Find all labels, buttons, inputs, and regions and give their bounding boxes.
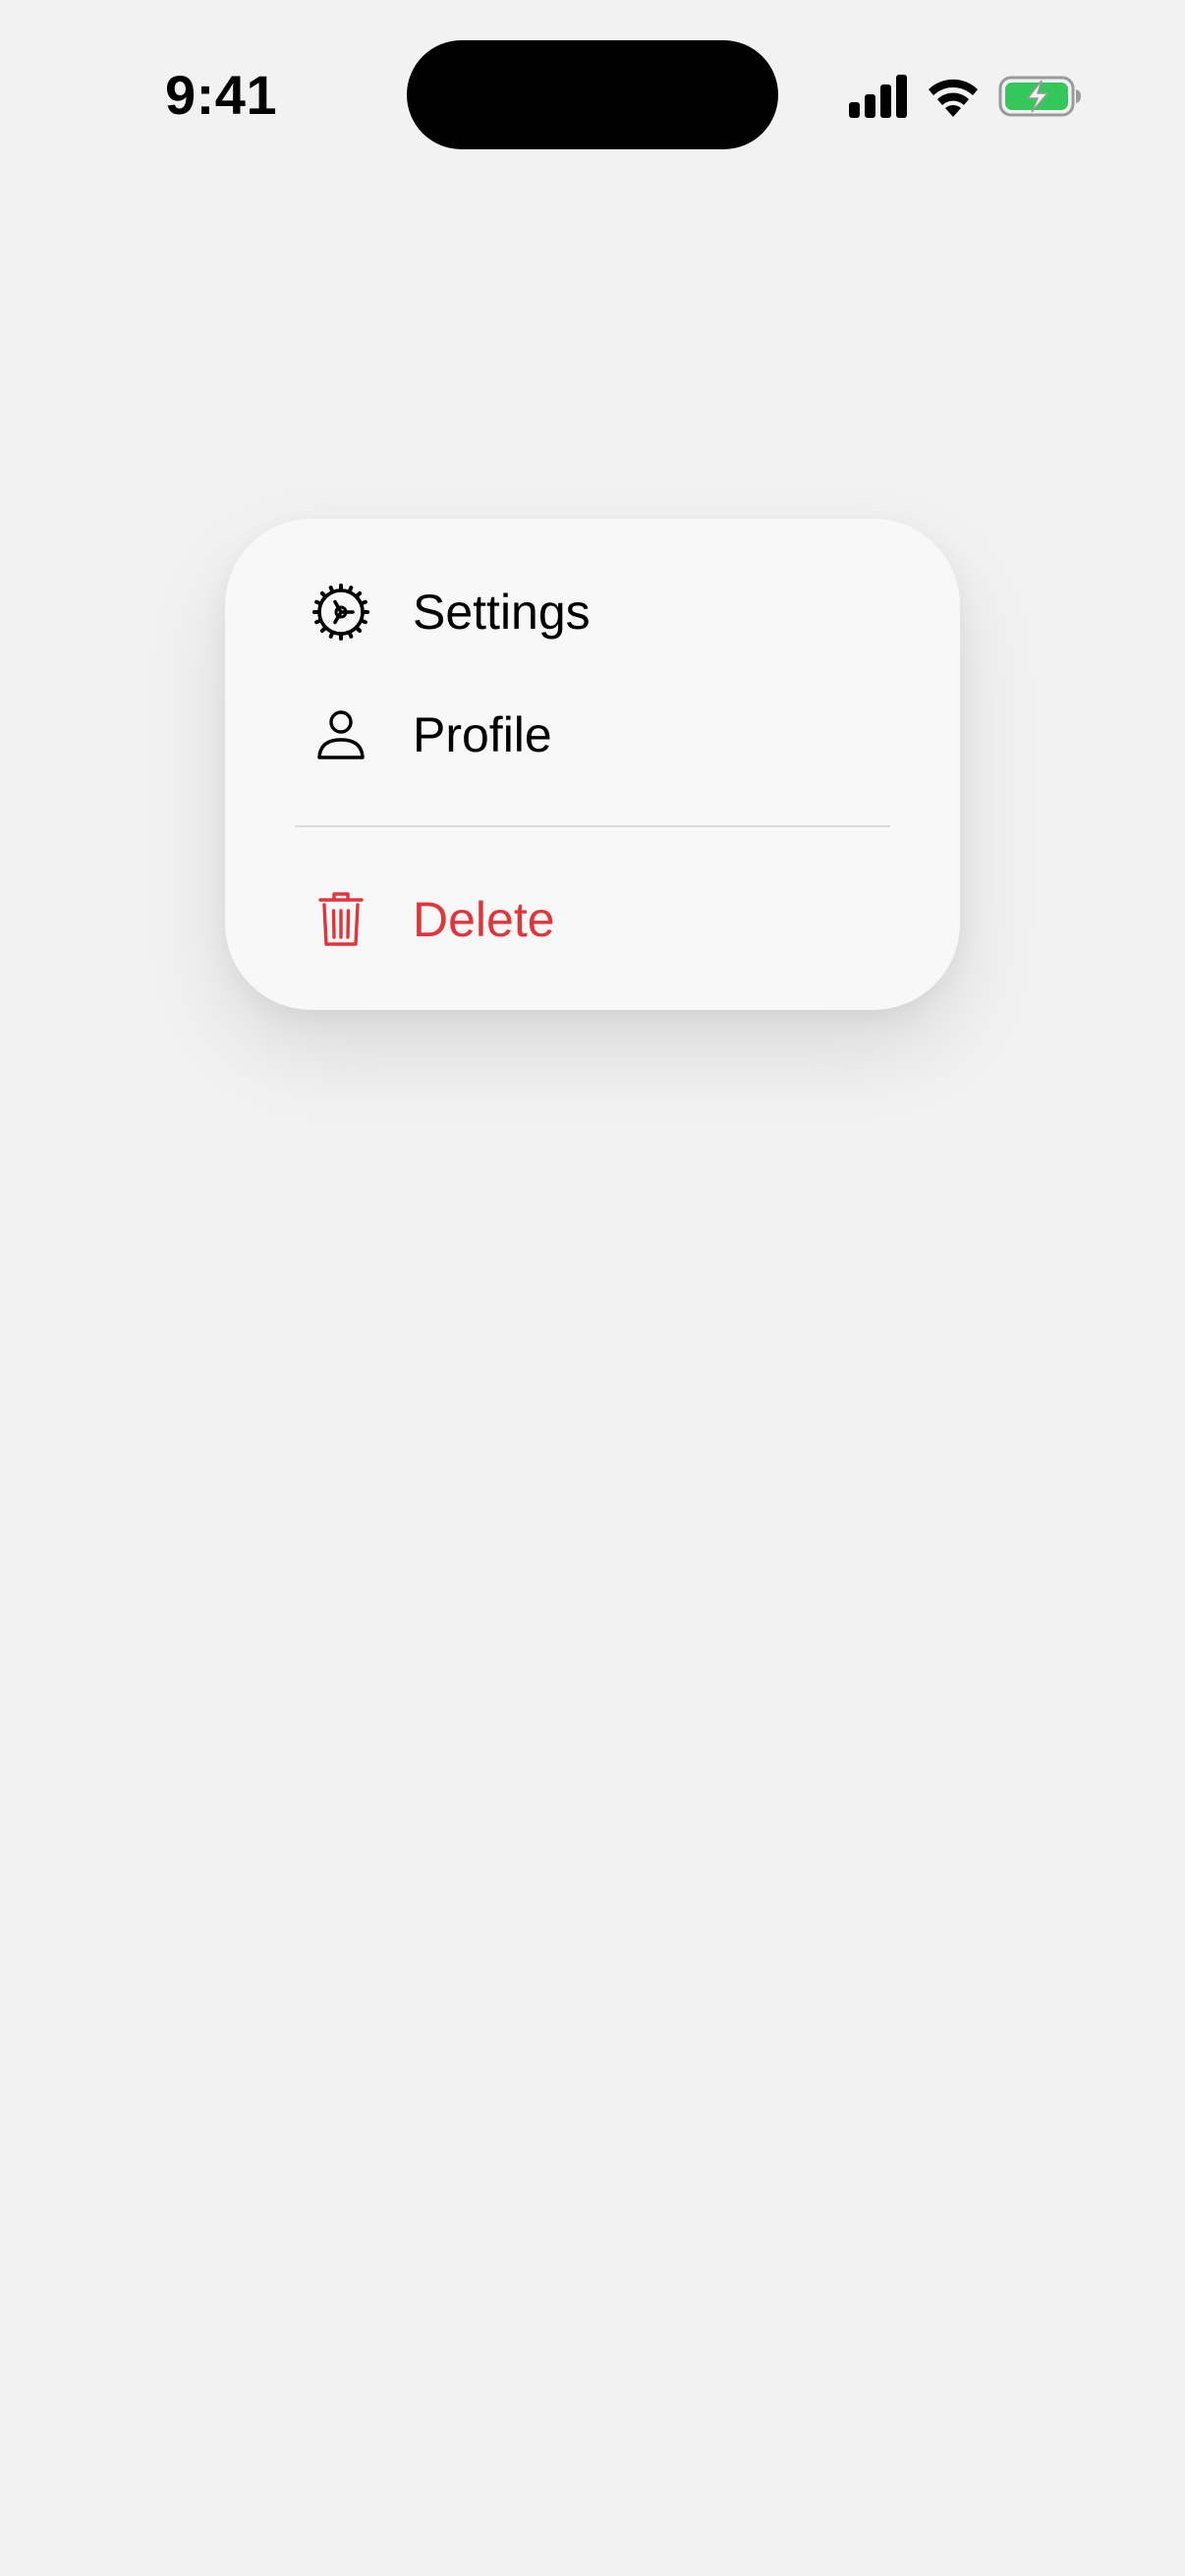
menu-item-delete[interactable]: Delete (225, 866, 960, 974)
menu-item-profile[interactable]: Profile (225, 681, 960, 789)
wifi-icon (926, 75, 981, 118)
gear-icon (311, 583, 370, 642)
status-bar: 9:41 (0, 0, 1185, 149)
menu-item-label: Settings (413, 585, 591, 640)
battery-charging-icon (998, 75, 1083, 118)
context-menu: Settings Profile Delete (225, 519, 960, 1010)
menu-item-label: Profile (413, 707, 552, 762)
menu-item-label: Delete (413, 892, 555, 947)
status-time: 9:41 (165, 64, 278, 126)
cellular-signal-icon (849, 75, 908, 118)
menu-item-settings[interactable]: Settings (225, 558, 960, 666)
menu-divider (295, 825, 890, 827)
status-icons (849, 75, 1085, 118)
dynamic-island (407, 40, 778, 149)
person-icon (311, 705, 370, 764)
trash-icon (311, 890, 370, 949)
